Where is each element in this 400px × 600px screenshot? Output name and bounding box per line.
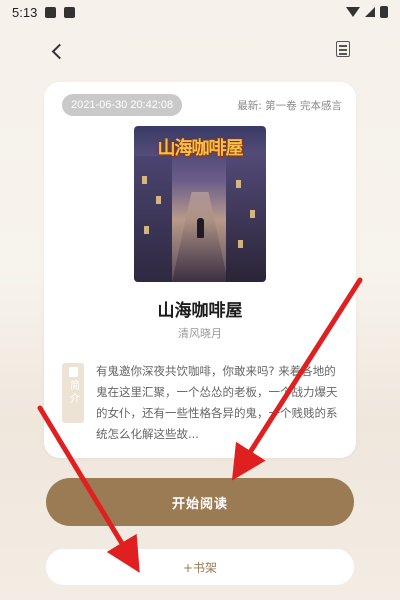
book-cover-image[interactable]: 山海咖啡屋	[134, 126, 266, 282]
status-time: 5:13	[12, 4, 38, 20]
latest-chapter-link[interactable]: 最新: 第一卷 完本感言	[237, 98, 342, 113]
back-button[interactable]	[44, 38, 70, 64]
document-list-icon	[336, 41, 350, 57]
synopsis-tag: 简介	[62, 363, 84, 423]
cover-building-right	[226, 152, 266, 282]
battery-icon	[380, 6, 388, 18]
synopsis-text[interactable]: 有鬼邀你深夜共饮咖啡，你敢来吗? 来着各地的鬼在这里汇聚，一个怂怂的老板，一个战…	[96, 361, 340, 445]
a-notification-icon	[64, 6, 76, 18]
synopsis-tag-label: 简介	[67, 380, 79, 406]
signal-icon	[365, 7, 375, 17]
update-timestamp-badge: 2021-06-30 20:42:08	[62, 94, 183, 116]
book-title: 山海咖啡屋	[157, 301, 243, 321]
cover-title-art: 山海咖啡屋	[157, 138, 244, 159]
chevron-left-icon	[51, 43, 67, 59]
catalog-button[interactable]	[332, 38, 354, 60]
book-author[interactable]: 清风晓月	[44, 325, 356, 341]
status-bar: 5:13	[0, 0, 400, 24]
image-notification-icon	[45, 6, 57, 18]
cover-figure	[197, 218, 204, 238]
cover-building-left	[134, 156, 172, 282]
add-to-bookshelf-button[interactable]: +书架	[46, 549, 354, 585]
book-icon	[68, 367, 78, 377]
book-detail-card: 2021-06-30 20:42:08 最新: 第一卷 完本感言 山海咖啡屋 山…	[44, 82, 356, 458]
wifi-icon	[346, 7, 360, 17]
start-reading-button[interactable]: 开始阅读	[46, 478, 354, 526]
